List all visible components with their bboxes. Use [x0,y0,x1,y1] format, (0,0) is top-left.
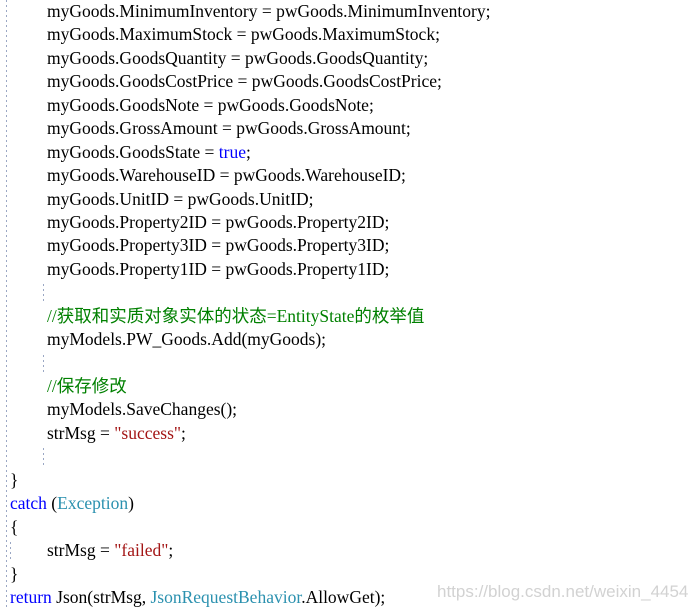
indent-guide-dot [10,542,11,562]
code-line[interactable]: myGoods.Property1ID = pwGoods.Property1I… [0,258,689,281]
code-line[interactable]: //保存修改 [0,375,689,398]
code-token-pln: myGoods.MinimumInventory = pwGoods.Minim… [47,1,491,21]
code-line[interactable] [0,445,689,468]
code-token-pln: myGoods.GoodsNote = pwGoods.GoodsNote; [47,94,374,115]
code-token-str: "success" [114,422,182,443]
code-line-text: myGoods.GoodsQuantity = pwGoods.GoodsQua… [47,47,428,70]
code-line[interactable]: myGoods.Property3ID = pwGoods.Property3I… [0,234,689,257]
code-token-pln: strMsg = [47,422,115,443]
code-token-pln: ; [245,141,251,162]
code-line-text: catch (Exception) [10,492,134,515]
code-line-text: //获取和实质对象实体的状态=EntityState的枚举值 [47,305,424,328]
code-line[interactable]: myGoods.MaximumStock = pwGoods.MaximumSt… [0,23,689,46]
code-token-pln: ( [46,493,58,514]
code-line-text: //保存修改 [47,375,127,398]
code-line-text: myGoods.GrossAmount = pwGoods.GrossAmoun… [47,117,411,140]
code-token-pln: { [10,516,19,537]
code-token-cmt: //获取和实质对象实体的状态=EntityState的枚举值 [47,305,425,326]
code-token-pln: myGoods.Property3ID = pwGoods.Property3I… [47,235,390,256]
code-line[interactable]: myGoods.GoodsState = true; [0,141,689,164]
code-line[interactable]: myGoods.WarehouseID = pwGoods.WarehouseI… [0,164,689,187]
code-token-pln: Json(strMsg, [51,586,151,607]
code-line-text: myGoods.GoodsState = true; [47,141,251,164]
code-line-text: } [10,563,18,586]
code-line[interactable]: myGoods.GoodsCostPrice = pwGoods.GoodsCo… [0,70,689,93]
code-line-text: myGoods.Property3ID = pwGoods.Property3I… [47,234,389,257]
code-line[interactable]: myGoods.GoodsNote = pwGoods.GoodsNote; [0,94,689,117]
code-line-text: myGoods.GoodsNote = pwGoods.GoodsNote; [47,94,374,117]
code-line[interactable]: strMsg = "success"; [0,422,689,445]
code-token-pln: } [10,563,19,584]
code-line[interactable]: myGoods.UnitID = pwGoods.UnitID; [0,188,689,211]
code-token-pln: myGoods.UnitID = pwGoods.UnitID; [47,188,314,209]
code-token-kw: catch [10,493,47,514]
code-token-pln: myGoods.GoodsState = [47,141,219,162]
code-token-pln: myGoods.Property2ID = pwGoods.Property2I… [47,211,390,232]
code-token-pln: ; [181,422,186,443]
code-editor-viewport[interactable]: myGoods.MinimumInventory = pwGoods.Minim… [0,0,689,609]
code-token-pln: } [10,469,19,490]
code-line-text: return Json(strMsg, JsonRequestBehavior.… [10,586,385,609]
code-token-pln: ) [128,493,134,514]
code-token-pln: ; [168,540,174,561]
code-token-type: Exception [57,493,129,514]
code-token-pln: strMsg = [47,540,115,561]
code-token-kw: true [218,141,246,162]
code-line-text: myGoods.WarehouseID = pwGoods.WarehouseI… [47,164,406,187]
code-line[interactable]: { [0,516,689,539]
code-line-text: myGoods.MinimumInventory = pwGoods.Minim… [47,0,490,23]
code-line-text: { [10,516,18,539]
code-line[interactable]: catch (Exception) [0,492,689,515]
code-line-text: myGoods.GoodsCostPrice = pwGoods.GoodsCo… [47,70,442,93]
code-line[interactable]: return Json(strMsg, JsonRequestBehavior.… [0,586,689,609]
code-token-pln: .AllowGet); [301,586,386,607]
code-line[interactable]: } [0,469,689,492]
code-line-text: strMsg = "success"; [47,422,186,445]
code-line[interactable]: myModels.PW_Goods.Add(myGoods); [0,328,689,351]
indent-guide-dot [43,448,44,468]
code-line[interactable]: myGoods.MinimumInventory = pwGoods.Minim… [0,0,689,23]
code-token-pln: myModels.SaveChanges(); [47,399,238,420]
code-line[interactable]: myGoods.GrossAmount = pwGoods.GrossAmoun… [0,117,689,140]
code-line[interactable]: //获取和实质对象实体的状态=EntityState的枚举值 [0,305,689,328]
indent-guide-dot [43,354,44,374]
code-token-cmt: //保存修改 [47,376,127,396]
code-lines-container[interactable]: myGoods.MinimumInventory = pwGoods.Minim… [0,0,689,609]
code-line-text: myModels.SaveChanges(); [47,398,237,421]
code-token-pln: myGoods.GoodsQuantity = pwGoods.GoodsQua… [47,47,429,68]
code-line-text: } [10,469,18,492]
code-token-type: JsonRequestBehavior [150,586,302,607]
code-line-text: myGoods.UnitID = pwGoods.UnitID; [47,188,314,211]
code-line[interactable]: } [0,563,689,586]
code-token-pln: myGoods.GrossAmount = pwGoods.GrossAmoun… [47,118,411,139]
code-line[interactable]: myGoods.Property2ID = pwGoods.Property2I… [0,211,689,234]
code-token-pln: myGoods.MaximumStock = pwGoods.MaximumSt… [47,24,440,45]
code-token-str: "failed" [114,540,169,561]
code-line[interactable] [0,352,689,375]
code-line-text: myGoods.MaximumStock = pwGoods.MaximumSt… [47,23,440,46]
code-line[interactable]: strMsg = "failed"; [0,539,689,562]
code-line-text: myGoods.Property2ID = pwGoods.Property2I… [47,211,389,234]
code-token-pln: myGoods.Property1ID = pwGoods.Property1I… [47,258,390,279]
code-token-pln: myGoods.GoodsCostPrice = pwGoods.GoodsCo… [47,71,442,92]
code-token-pln: myGoods.WarehouseID = pwGoods.WarehouseI… [47,165,406,186]
code-line-text: myModels.PW_Goods.Add(myGoods); [47,328,326,351]
code-line-text: strMsg = "failed"; [47,539,173,562]
code-line[interactable]: myModels.SaveChanges(); [0,398,689,421]
code-token-kw: return [10,586,52,607]
indent-guide-dot [43,284,44,304]
code-line[interactable] [0,281,689,304]
code-token-pln: myModels.PW_Goods.Add(myGoods); [47,329,327,350]
code-line-text: myGoods.Property1ID = pwGoods.Property1I… [47,258,389,281]
code-line[interactable]: myGoods.GoodsQuantity = pwGoods.GoodsQua… [0,47,689,70]
